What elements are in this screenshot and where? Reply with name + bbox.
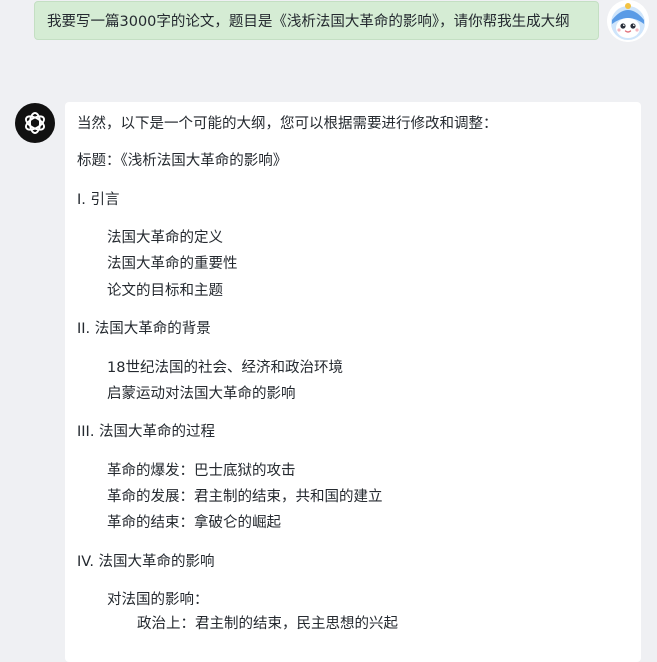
- outline-item: 论文的目标和主题: [107, 283, 223, 299]
- outline-title: 标题：《浅析法国大革命的影响》: [77, 153, 288, 169]
- assistant-intro: 当然，以下是一个可能的大纲，您可以根据需要进行修改和调整：: [77, 116, 498, 132]
- outline-item: 启蒙运动对法国大革命的影响: [107, 386, 296, 402]
- assistant-avatar: [15, 103, 55, 143]
- user-message-row: 我要写一篇3000字的论文，题目是《浅析法国大革命的影响》，请你帮我生成大纲: [0, 0, 657, 48]
- assistant-message-card: 当然，以下是一个可能的大纲，您可以根据需要进行修改和调整： 标题：《浅析法国大革…: [65, 102, 641, 662]
- outline-item: 法国大革命的重要性: [107, 256, 238, 272]
- outline-item: 对法国的影响：: [107, 592, 209, 608]
- user-message-bubble: 我要写一篇3000字的论文，题目是《浅析法国大革命的影响》，请你帮我生成大纲: [34, 1, 599, 40]
- section-heading: IV. 法国大革命的影响: [77, 554, 215, 570]
- outline-subitem: 政治上：君主制的结束，民主思想的兴起: [137, 616, 398, 632]
- section-heading: I. 引言: [77, 192, 120, 208]
- outline-item: 革命的结束：拿破仑的崛起: [107, 515, 281, 531]
- cartoon-avatar-icon: [607, 0, 649, 42]
- outline-item: 法国大革命的定义: [107, 230, 223, 246]
- section-heading: II. 法国大革命的背景: [77, 321, 211, 337]
- outline-item: 革命的发展：君主制的结束，共和国的建立: [107, 489, 383, 505]
- user-avatar: [607, 0, 649, 42]
- section-heading: III. 法国大革命的过程: [77, 424, 216, 440]
- outline-item: 18世纪法国的社会、经济和政治环境: [107, 360, 343, 376]
- outline-item: 革命的爆发：巴士底狱的攻击: [107, 463, 296, 479]
- user-message-text: 我要写一篇3000字的论文，题目是《浅析法国大革命的影响》，请你帮我生成大纲: [47, 14, 570, 30]
- openai-logo-icon: [25, 112, 45, 134]
